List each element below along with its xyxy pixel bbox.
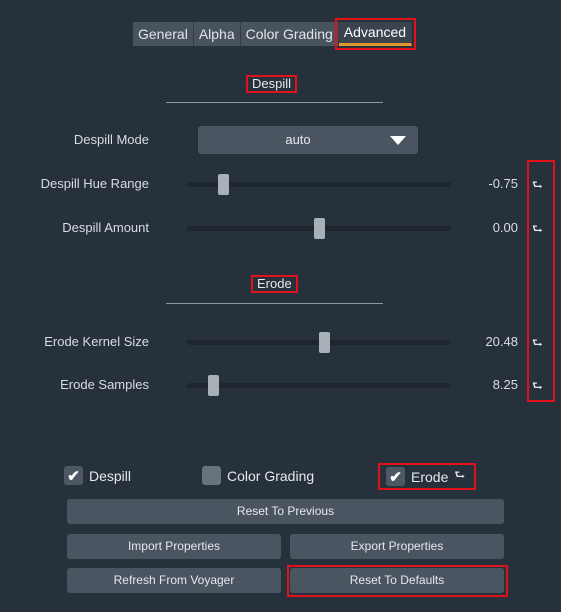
erode-kernel-size-label: Erode Kernel Size bbox=[44, 334, 149, 349]
reset-erode-icon[interactable]: ⮑ bbox=[454, 466, 465, 487]
advanced-properties-panel: General Alpha Color Grading Advanced Des… bbox=[0, 0, 561, 612]
despill-checkbox-label: Despill bbox=[89, 467, 132, 484]
erode-samples-label: Erode Samples bbox=[60, 377, 149, 392]
erode-samples-slider-handle[interactable] bbox=[208, 375, 219, 396]
color-grading-checkbox-row[interactable]: Color Grading bbox=[202, 466, 314, 485]
reset-icons-highlight bbox=[527, 160, 555, 402]
despill-checkbox[interactable]: ✔ bbox=[64, 466, 83, 485]
despill-amount-label: Despill Amount bbox=[62, 220, 149, 235]
despill-checkbox-row[interactable]: ✔ Despill bbox=[64, 466, 131, 485]
despill-mode-value: auto bbox=[285, 132, 311, 147]
tab-general[interactable]: General bbox=[133, 22, 194, 46]
erode-kernel-size-value: 20.48 bbox=[485, 334, 518, 349]
color-grading-checkbox-label: Color Grading bbox=[227, 467, 315, 484]
despill-amount-value: 0.00 bbox=[492, 220, 518, 235]
despill-hue-range-value: -0.75 bbox=[488, 176, 518, 191]
tab-bar: General Alpha Color Grading Advanced bbox=[133, 18, 417, 50]
export-properties-button[interactable]: Export Properties bbox=[290, 534, 504, 559]
reset-to-previous-button[interactable]: Reset To Previous bbox=[67, 499, 504, 524]
refresh-from-voyager-button[interactable]: Refresh From Voyager bbox=[67, 568, 281, 593]
despill-mode-label: Despill Mode bbox=[73, 132, 149, 147]
erode-kernel-size-slider-handle[interactable] bbox=[319, 332, 330, 353]
despill-hue-range-label: Despill Hue Range bbox=[40, 176, 149, 191]
erode-checkbox-label: Erode bbox=[411, 468, 449, 485]
erode-checkbox-row[interactable]: ✔ Erode ⮑ bbox=[386, 466, 465, 487]
import-properties-button[interactable]: Import Properties bbox=[67, 534, 281, 559]
despill-mode-dropdown[interactable]: auto bbox=[198, 126, 418, 154]
erode-samples-value: 8.25 bbox=[492, 377, 518, 392]
despill-section-title: Despill bbox=[246, 75, 298, 93]
reset-to-defaults-button[interactable]: Reset To Defaults bbox=[290, 568, 504, 593]
color-grading-checkbox[interactable] bbox=[202, 466, 221, 485]
erode-checkbox[interactable]: ✔ bbox=[386, 467, 405, 486]
despill-amount-slider-handle[interactable] bbox=[314, 218, 325, 239]
tab-advanced[interactable]: Advanced bbox=[334, 18, 417, 50]
erode-section-title: Erode bbox=[251, 275, 298, 293]
despill-hue-range-slider-handle[interactable] bbox=[218, 174, 229, 195]
chevron-down-icon bbox=[390, 136, 406, 145]
tab-alpha[interactable]: Alpha bbox=[193, 22, 241, 46]
erode-divider bbox=[166, 303, 383, 304]
tab-color-grading[interactable]: Color Grading bbox=[240, 22, 339, 46]
despill-divider bbox=[166, 102, 383, 103]
erode-samples-track[interactable] bbox=[187, 383, 451, 388]
